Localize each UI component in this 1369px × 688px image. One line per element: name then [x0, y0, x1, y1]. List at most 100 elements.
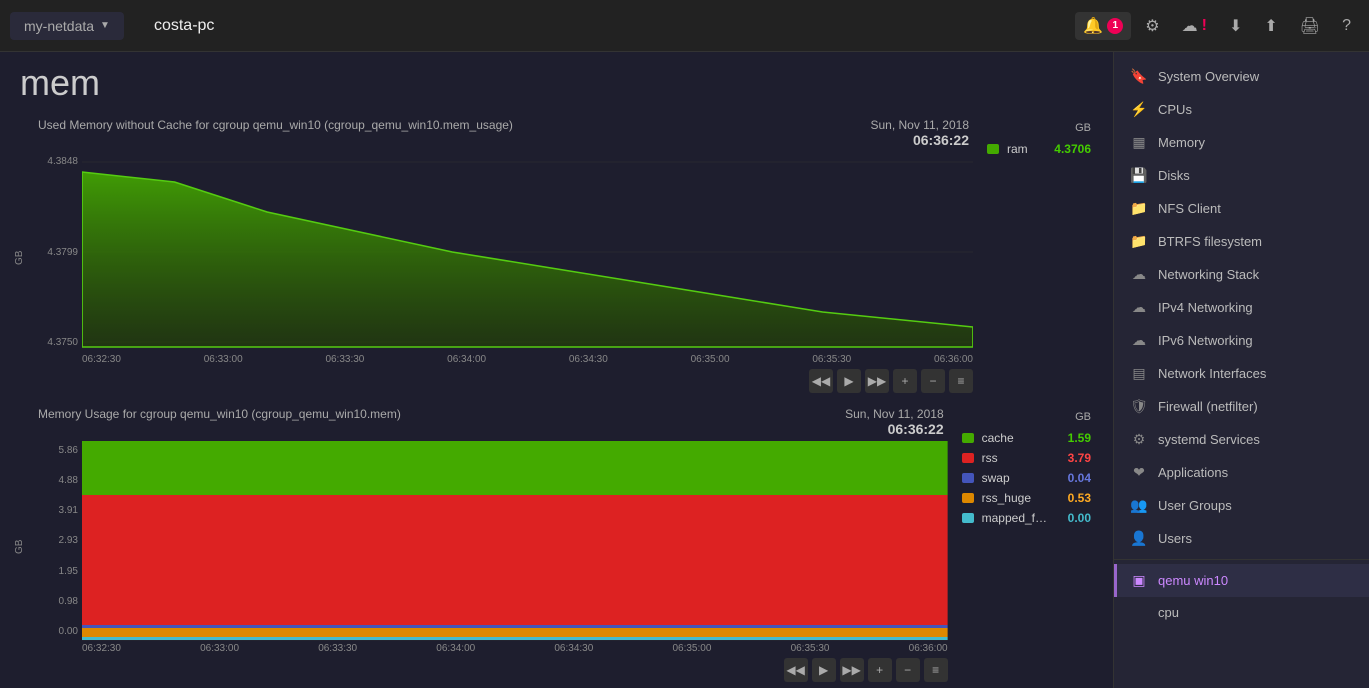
legend-dot-rss-huge — [962, 493, 974, 503]
chart1-title: Used Memory without Cache for cgroup qem… — [38, 118, 513, 132]
chart2-legend-mapped: mapped_f… 0.00 — [962, 511, 1091, 525]
chart-mem-usage: GB Used Memory without Cache for cgroup … — [14, 118, 1099, 397]
download-button[interactable]: ⬇ — [1221, 10, 1250, 42]
legend-dot-swap — [962, 473, 974, 483]
legend-value-ram: 4.3706 — [1054, 142, 1091, 156]
brand-button[interactable]: my-netdata ▼ — [10, 12, 124, 40]
cloud-alert-button[interactable]: ☁ ! — [1174, 10, 1215, 42]
sidebar-label-ipv4: IPv4 Networking — [1158, 300, 1253, 315]
rewind-button[interactable]: ◀◀ — [809, 369, 833, 393]
chart2-legend-cache: cache 1.59 — [962, 431, 1091, 445]
upload-button[interactable]: ⬆ — [1256, 10, 1285, 42]
sidebar-item-btrfs[interactable]: 📁 BTRFS filesystem — [1114, 225, 1369, 258]
memory-icon: ▦ — [1130, 134, 1148, 151]
chart2-xaxis: 06:32:30 06:33:00 06:33:30 06:34:00 06:3… — [34, 641, 948, 654]
chart1-legend-ram: ram 4.3706 — [987, 142, 1091, 156]
sidebar-item-users[interactable]: 👤 Users — [1114, 522, 1369, 555]
folder-icon: 📁 — [1130, 200, 1148, 217]
legend-value-cache: 1.59 — [1055, 431, 1091, 445]
rewind-button2[interactable]: ◀◀ — [784, 658, 808, 682]
legend-value-rss-huge: 0.53 — [1055, 491, 1091, 505]
layout: mem GB Used Memory without Cache for cgr… — [0, 52, 1369, 688]
bar-rss-huge — [82, 628, 948, 637]
brand-label: my-netdata — [24, 18, 94, 34]
options-button[interactable]: ≡ — [949, 369, 973, 393]
sidebar-item-ipv6[interactable]: ☁ IPv6 Networking — [1114, 324, 1369, 357]
cloud-ipv4-icon: ☁ — [1130, 299, 1148, 316]
sidebar-item-systemd[interactable]: ⚙ systemd Services — [1114, 423, 1369, 456]
chart1-y-label: GB — [14, 118, 28, 397]
sidebar-item-user-groups[interactable]: 👥 User Groups — [1114, 489, 1369, 522]
options-button2[interactable]: ≡ — [924, 658, 948, 682]
y-tick: 0.98 — [34, 596, 78, 607]
legend-dot-ram — [987, 144, 999, 154]
chart1-legend: GB ram 4.3706 — [979, 118, 1099, 397]
zoom-out-button[interactable]: − — [921, 369, 945, 393]
sidebar-item-memory[interactable]: ▦ Memory — [1114, 126, 1369, 159]
sidebar-label-memory: Memory — [1158, 135, 1205, 150]
sidebar-label-user-groups: User Groups — [1158, 498, 1232, 513]
y-tick: 4.3750 — [34, 337, 78, 348]
sidebar-item-cpus[interactable]: ⚡ CPUs — [1114, 93, 1369, 126]
chart1-xaxis: 06:32:30 06:33:00 06:33:30 06:34:00 06:3… — [34, 352, 973, 365]
bar-mapped — [82, 637, 948, 640]
sidebar-label-users: Users — [1158, 531, 1192, 546]
sidebar-item-cpu[interactable]: cpu — [1114, 597, 1369, 628]
chart2-y-label: GB — [14, 407, 28, 686]
chart2-legend-rss-huge: rss_huge 0.53 — [962, 491, 1091, 505]
main-content: mem GB Used Memory without Cache for cgr… — [0, 52, 1113, 688]
zoom-out-button2[interactable]: − — [896, 658, 920, 682]
chart1-timestamp: Sun, Nov 11, 2018 06:36:22 — [870, 118, 969, 148]
zoom-in-button2[interactable]: + — [868, 658, 892, 682]
chart2-svg — [82, 441, 948, 641]
sidebar-item-firewall[interactable]: 🛡 Firewall (netfilter) — [1114, 390, 1369, 423]
sidebar-label-applications: Applications — [1158, 465, 1228, 480]
sidebar-label-network-interfaces: Network Interfaces — [1158, 366, 1266, 381]
chart2-timestamp: Sun, Nov 11, 2018 06:36:22 — [845, 407, 944, 437]
forward-button2[interactable]: ▶▶ — [840, 658, 864, 682]
forward-button[interactable]: ▶▶ — [865, 369, 889, 393]
sidebar-item-nfs[interactable]: 📁 NFS Client — [1114, 192, 1369, 225]
chart2-area: Memory Usage for cgroup qemu_win10 (cgro… — [34, 407, 948, 686]
chart1-container: GB Used Memory without Cache for cgroup … — [14, 118, 1099, 397]
sidebar-label-btrfs: BTRFS filesystem — [1158, 234, 1262, 249]
sidebar-label-cpu: cpu — [1158, 605, 1179, 620]
btrfs-icon: 📁 — [1130, 233, 1148, 250]
alerts-button[interactable]: 🔔 1 — [1075, 12, 1131, 40]
sidebar-label-systemd: systemd Services — [1158, 432, 1260, 447]
bar-rss — [82, 495, 948, 625]
zoom-in-button[interactable]: + — [893, 369, 917, 393]
legend-name-rss: rss — [982, 451, 1047, 465]
legend-dot-mapped — [962, 513, 974, 523]
bell-icon: 🔔 — [1083, 16, 1103, 36]
sidebar: 🔖 System Overview ⚡ CPUs ▦ Memory 💾 Disk… — [1113, 52, 1369, 688]
play-button[interactable]: ▶ — [837, 369, 861, 393]
sidebar-item-networking-stack[interactable]: ☁ Networking Stack — [1114, 258, 1369, 291]
y-tick: 5.86 — [34, 445, 78, 456]
download-icon: ⬇ — [1229, 16, 1242, 36]
chart2-unit: GB — [962, 411, 1091, 423]
play-button2[interactable]: ▶ — [812, 658, 836, 682]
topbar: my-netdata ▼ costa-pc 🔔 1 ⚙ ☁ ! ⬇ ⬆ 🖨 ? — [0, 0, 1369, 52]
y-tick: 0.00 — [34, 626, 78, 637]
alert-badge: 1 — [1107, 18, 1123, 34]
legend-name-rss-huge: rss_huge — [982, 491, 1047, 505]
print-button[interactable]: 🖨 — [1292, 10, 1328, 42]
disk-icon: 💾 — [1130, 167, 1148, 184]
sidebar-item-qemu-win10[interactable]: ▣ qemu win10 — [1114, 564, 1369, 597]
legend-dot-rss — [962, 453, 974, 463]
sidebar-item-applications[interactable]: ❤ Applications — [1114, 456, 1369, 489]
chevron-down-icon: ▼ — [100, 20, 110, 31]
shield-icon: 🛡 — [1130, 398, 1148, 415]
chart2-legend-rss: rss 3.79 — [962, 451, 1091, 465]
sidebar-item-ipv4[interactable]: ☁ IPv4 Networking — [1114, 291, 1369, 324]
bolt-icon: ⚡ — [1130, 101, 1148, 118]
sidebar-item-system-overview[interactable]: 🔖 System Overview — [1114, 60, 1369, 93]
bar-swap — [82, 625, 948, 628]
user-icon: 👤 — [1130, 530, 1148, 547]
settings-button[interactable]: ⚙ — [1137, 10, 1167, 42]
sidebar-item-disks[interactable]: 💾 Disks — [1114, 159, 1369, 192]
sidebar-item-network-interfaces[interactable]: ▤ Network Interfaces — [1114, 357, 1369, 390]
help-button[interactable]: ? — [1334, 11, 1359, 41]
sidebar-divider — [1114, 559, 1369, 560]
